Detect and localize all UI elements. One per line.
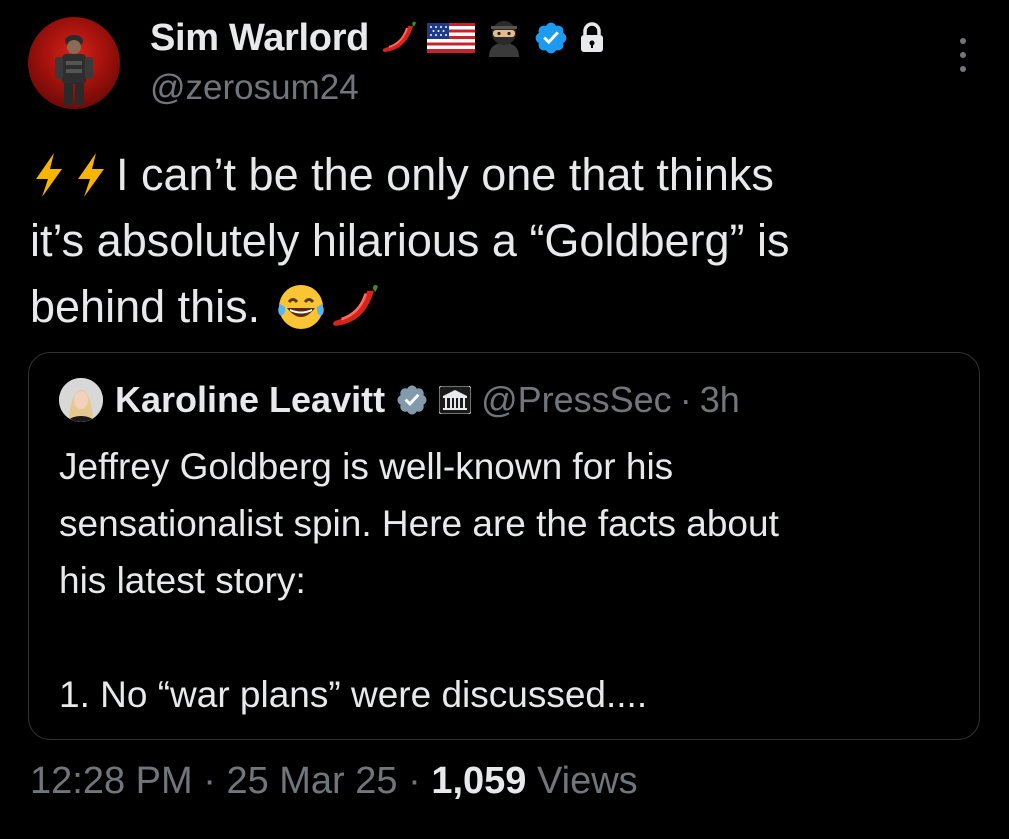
lock-icon: [577, 21, 607, 55]
quoted-tweet-header: Karoline Leavitt @PressSec · 3h: [59, 375, 740, 425]
author-handle[interactable]: @zerosum24: [150, 68, 359, 108]
tweet-date[interactable]: 25 Mar 25: [226, 760, 397, 802]
quoted-tweet-text: Jeffrey Goldberg is well-known for his s…: [59, 438, 959, 723]
ninja-icon: [483, 17, 525, 59]
high-voltage-icon: [30, 151, 68, 199]
quoted-tweet-time[interactable]: 3h: [700, 379, 740, 421]
author-avatar[interactable]: [28, 17, 120, 109]
quoted-author-avatar[interactable]: [59, 378, 103, 422]
tears-of-joy-icon: [274, 280, 328, 334]
more-options-icon[interactable]: [952, 38, 974, 72]
us-flag-icon: [427, 21, 476, 55]
tweet-line-2: it’s absolutely hilarious a “Goldberg” i…: [30, 215, 790, 266]
quoted-line: 1. No “war plans” were discussed....: [59, 674, 648, 715]
verified-badge-icon[interactable]: [395, 383, 429, 417]
quoted-author-name[interactable]: Karoline Leavitt: [115, 379, 385, 421]
quoted-author-handle[interactable]: @PressSec: [481, 379, 672, 421]
tweet-text: I can’t be the only one that thinks it’s…: [30, 142, 990, 340]
tweet-line: behind this.: [30, 274, 990, 340]
tweet-meta: 12:28 PM · 25 Mar 25 · 1,059 Views: [30, 760, 638, 803]
chili-pepper-icon: [379, 18, 419, 58]
tweet-line-3: behind this.: [30, 281, 261, 332]
views-label: Views: [536, 760, 638, 802]
high-voltage-icon: [72, 151, 110, 199]
quoted-line-blank: [59, 609, 959, 666]
tweet-time[interactable]: 12:28 PM: [30, 760, 193, 802]
tweet-line-1: I can’t be the only one that thinks: [116, 149, 774, 200]
chili-pepper-icon: [328, 280, 382, 334]
separator-dot: ·: [408, 760, 421, 802]
author-display-name[interactable]: Sim Warlord: [150, 17, 369, 60]
tweet-line: it’s absolutely hilarious a “Goldberg” i…: [30, 208, 990, 274]
tweet-page: Sim Warlord @zerosum24 I can’t be the on…: [0, 0, 1009, 839]
quoted-line: Jeffrey Goldberg is well-known for his: [59, 446, 674, 487]
author-badges: [379, 17, 615, 59]
white-house-icon: [439, 386, 472, 414]
tweet-line: I can’t be the only one that thinks: [30, 142, 990, 208]
quoted-line: his latest story:: [59, 560, 306, 601]
quoted-tweet-card[interactable]: Karoline Leavitt @PressSec · 3h Jeffrey …: [28, 352, 980, 740]
author-name-row: Sim Warlord: [150, 12, 615, 64]
separator-dot: ·: [679, 379, 692, 420]
separator-dot: ·: [203, 760, 216, 802]
quoted-line: sensationalist spin. Here are the facts …: [59, 503, 779, 544]
verified-badge-icon[interactable]: [533, 20, 569, 56]
views-count[interactable]: 1,059: [431, 760, 526, 802]
